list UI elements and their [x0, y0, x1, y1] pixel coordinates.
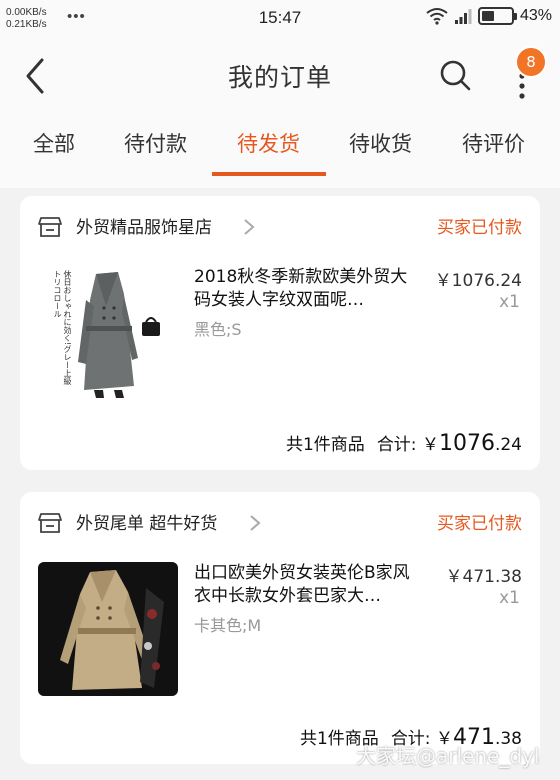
tab-to-pay[interactable]: 待付款 — [124, 128, 187, 158]
search-icon[interactable] — [438, 58, 472, 92]
shop-row[interactable]: 外贸尾单 超牛好货 买家已付款 — [20, 492, 540, 552]
product-info[interactable]: 2018秋冬季新款欧美外贸大码女装人字纹双面呢… 黑色;S — [194, 266, 424, 340]
product-info[interactable]: 出口欧美外贸女装英伦B家风衣中长款女外套巴家大… 卡其色;M — [194, 562, 424, 636]
product-qty: x1 — [499, 588, 520, 608]
order-status: 买家已付款 — [437, 218, 522, 238]
product-name[interactable]: 2018秋冬季新款欧美外贸大码女装人字纹双面呢… — [194, 266, 424, 312]
system-icons: 43% — [426, 7, 552, 25]
product-image-caption: 休日おしゃれに効く!グレー上級トリコロール — [53, 270, 72, 386]
active-tab-indicator — [212, 172, 326, 176]
battery-icon — [477, 7, 517, 25]
shop-icon — [38, 217, 62, 237]
product-spec: 卡其色;M — [194, 616, 262, 635]
tab-all[interactable]: 全部 — [33, 128, 75, 158]
chevron-right-icon[interactable] — [248, 514, 262, 532]
order-card[interactable]: 外贸精品服饰星店 买家已付款 休日おしゃれに効く!グレー上級トリコロール 201… — [20, 196, 540, 470]
order-card[interactable]: 外贸尾单 超牛好货 买家已付款 出口欧美外贸女装英伦B家风衣中长款女外套巴家大…… — [20, 492, 540, 764]
total-decimal: .24 — [494, 435, 522, 455]
tab-to-ship[interactable]: 待发货 — [237, 128, 300, 158]
order-status: 买家已付款 — [437, 514, 522, 534]
status-bar: 0.00KB/s 0.21KB/s ••• 15:47 43% — [0, 0, 560, 36]
wifi-icon — [426, 8, 448, 25]
shop-icon — [38, 513, 62, 533]
total-integer: 1076 — [438, 431, 495, 456]
product-image[interactable] — [38, 562, 178, 696]
item-count: 共1件商品 — [285, 435, 365, 455]
nav-bar: 我的订单 — [0, 40, 560, 112]
order-tabs: 全部 待付款 待发货 待收货 待评价 — [0, 128, 560, 176]
order-summary: 共1件商品 合计: ￥1076.24 — [286, 430, 522, 456]
app-header: 0.00KB/s 0.21KB/s ••• 15:47 43% 我的订单 8 全… — [0, 0, 560, 188]
product-name[interactable]: 出口欧美外贸女装英伦B家风衣中长款女外套巴家大… — [194, 562, 424, 608]
battery-level — [481, 11, 494, 21]
signal-icon — [454, 9, 472, 24]
tab-to-review[interactable]: 待评价 — [462, 128, 525, 158]
total-label: 合计: — [376, 435, 417, 455]
product-qty: x1 — [499, 292, 520, 312]
product-price: ￥1076.24 — [434, 271, 522, 291]
shop-name[interactable]: 外贸精品服饰星店 — [76, 213, 212, 238]
product-image[interactable]: 休日おしゃれに効く!グレー上級トリコロール — [38, 266, 178, 400]
shop-row[interactable]: 外贸精品服饰星店 买家已付款 — [20, 196, 540, 256]
product-price: ￥471.38 — [445, 567, 522, 587]
total-currency: ￥ — [421, 435, 439, 455]
tab-to-receive[interactable]: 待收货 — [349, 128, 412, 158]
watermark: 大家坛@arlene_dyl — [356, 744, 540, 768]
notification-badge: 8 — [515, 46, 547, 78]
battery-percent: 43% — [519, 7, 552, 24]
product-spec: 黑色;S — [194, 320, 242, 339]
chevron-right-icon[interactable] — [242, 218, 256, 236]
shop-name[interactable]: 外贸尾单 超牛好货 — [76, 509, 217, 534]
page-title: 我的订单 — [227, 63, 332, 92]
